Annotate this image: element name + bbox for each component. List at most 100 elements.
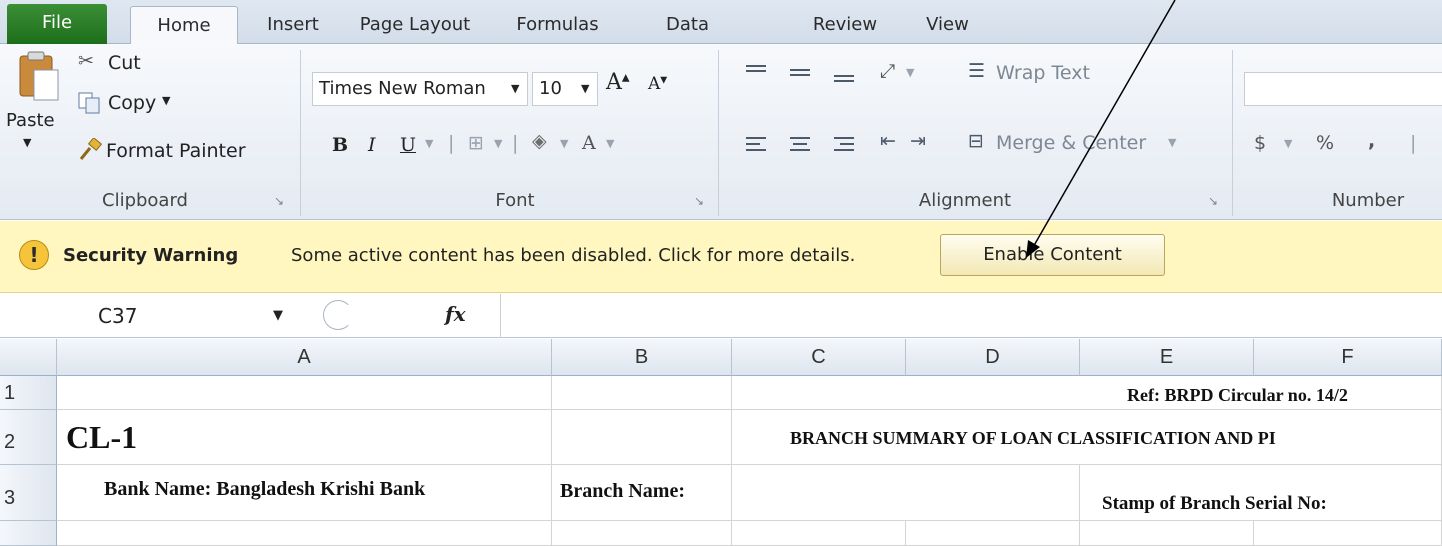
cell-e4[interactable] [1080,521,1254,546]
formula-bar: C37 ▼ fx [0,294,1442,338]
paste-icon [19,51,59,101]
chevron-down-icon[interactable]: ▼ [1284,137,1292,150]
worksheet-grid[interactable]: A B C D E F 1 2 3 Ref: BRPD Circular no.… [0,339,1442,546]
formula-divider [500,294,501,338]
column-header-f[interactable]: F [1254,339,1442,376]
column-header-b[interactable]: B [552,339,732,376]
italic-button[interactable]: I [368,134,376,156]
column-header-a[interactable]: A [57,339,552,376]
chevron-down-icon: ▼ [1168,136,1177,149]
tab-formulas[interactable]: Formulas [500,6,615,44]
wrap-text-label: Wrap Text [996,62,1090,84]
chevron-down-icon: ▼ [581,82,590,95]
chevron-down-icon[interactable]: ▼ [425,137,433,150]
wrap-text-icon: ☰ [968,60,986,82]
paste-button[interactable]: Paste ▼ [6,50,66,170]
chevron-down-icon[interactable]: ▼ [273,299,283,333]
cell-a1[interactable] [57,376,552,410]
font-name-select[interactable]: Times New Roman ▼ [312,72,528,106]
tab-data[interactable]: Data [650,6,725,44]
orientation-icon[interactable]: ⤢ [880,60,895,82]
row-header-3[interactable]: 3 [0,465,57,521]
divider-icon: | [1410,132,1417,154]
wrap-text-button[interactable]: ☰ Wrap Text [968,60,1128,90]
horizontal-align-icons[interactable] [742,134,868,158]
font-group-label: Font [495,190,535,211]
tab-page-layout[interactable]: Page Layout [350,6,480,44]
decrease-indent-icon[interactable]: ⇤ [880,130,896,152]
dialog-launcher-icon[interactable]: ↘ [274,194,284,208]
cell-b4[interactable] [552,521,732,546]
dialog-launcher-icon[interactable]: ↘ [1208,194,1218,208]
font-size-select[interactable]: 10 ▼ [532,72,598,106]
merge-center-button[interactable]: ⊟ Merge & Center ▼ [968,130,1198,160]
alignment-group-label: Alignment [918,190,1012,211]
scissors-icon: ✂ [78,50,94,72]
row-header-2[interactable]: 2 [0,410,57,465]
select-all-corner[interactable] [0,339,57,376]
row-header-1[interactable]: 1 [0,376,57,410]
number-format-select[interactable] [1244,72,1442,106]
row-header-4[interactable] [0,521,57,546]
bold-button[interactable]: B [332,134,348,156]
brush-icon [79,138,102,160]
column-header-c[interactable]: C [732,339,906,376]
comma-button[interactable]: , [1368,130,1375,152]
column-header-e[interactable]: E [1080,339,1254,376]
increase-indent-icon[interactable]: ⇥ [910,130,926,152]
cell-c3[interactable] [732,465,1080,521]
shrink-font-icon[interactable]: A▼ [648,74,667,94]
merge-center-label: Merge & Center [996,132,1147,154]
tab-file[interactable]: File [7,4,107,44]
name-box-value: C37 [98,304,138,328]
name-box[interactable]: C37 ▼ [8,299,298,333]
security-warning-message[interactable]: Some active content has been disabled. C… [291,245,855,266]
percent-button[interactable]: % [1316,132,1334,154]
security-warning-bar: ! Security Warning Some active content h… [0,221,1442,293]
chevron-down-icon[interactable]: ▼ [606,137,614,150]
vertical-align-icons [746,65,854,82]
cl-1-title: CL-1 [66,419,138,455]
cut-label: Cut [108,52,141,74]
tab-home[interactable]: Home [130,6,238,45]
enable-content-button[interactable]: Enable Content [940,234,1165,276]
warning-icon: ! [19,240,49,270]
insert-function-icon[interactable]: fx [445,302,466,326]
borders-icon[interactable]: ⊞ [468,132,484,154]
fill-color-icon[interactable]: ◈ [532,130,547,152]
formula-bar-splitter [323,300,353,330]
paste-label: Paste [6,110,55,131]
copy-label: Copy [108,92,157,114]
font-color-icon[interactable]: A [582,132,596,154]
currency-button[interactable]: $ [1254,132,1266,154]
tab-view[interactable]: View [915,6,980,44]
cell-f4[interactable] [1254,521,1442,546]
cell-c4[interactable] [732,521,906,546]
chevron-down-icon[interactable]: ▼ [906,66,914,79]
tab-insert[interactable]: Insert [258,6,328,44]
stamp-serial-text: Stamp of Branch Serial No: [1102,493,1327,514]
cell-b2[interactable] [552,410,732,465]
tab-review[interactable]: Review [800,6,890,44]
merge-cells-icon: ⊟ [968,130,984,152]
ribbon: Paste ▼ ✂ Cut Copy ▼ Format Painter Clip… [0,44,1442,220]
divider-icon: | [512,132,519,154]
chevron-down-icon[interactable]: ▼ [560,137,568,150]
divider-icon: | [448,132,455,154]
cell-a4[interactable] [57,521,552,546]
copy-button[interactable]: Copy ▼ [78,86,218,120]
cell-b1[interactable] [552,376,732,410]
format-painter-button[interactable]: Format Painter [78,134,268,168]
grow-font-icon[interactable]: A▲ [606,70,630,95]
chevron-down-icon: ▼ [511,82,520,95]
underline-button[interactable]: U [400,134,416,156]
cell-d4[interactable] [906,521,1080,546]
column-header-d[interactable]: D [906,339,1080,376]
formula-input[interactable] [502,294,1442,338]
branch-name-text: Branch Name: [560,480,685,502]
chevron-down-icon[interactable]: ▼ [494,137,502,150]
group-divider [300,50,301,216]
cut-button[interactable]: ✂ Cut [78,48,188,82]
font-size-value: 10 [539,78,562,99]
dialog-launcher-icon[interactable]: ↘ [694,194,704,208]
